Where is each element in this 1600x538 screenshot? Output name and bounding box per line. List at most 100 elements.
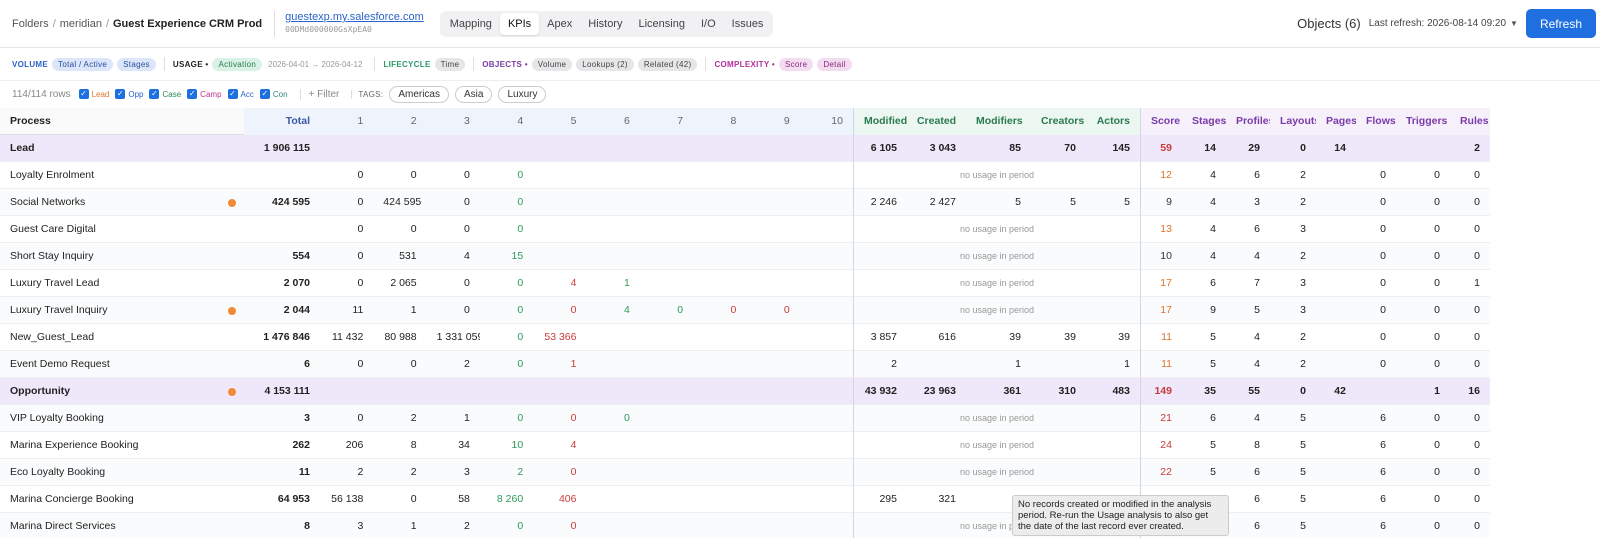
tag-luxury[interactable]: Luxury [498, 85, 547, 103]
process-name[interactable]: Marina Direct Services [0, 513, 244, 538]
object-checkbox-acc[interactable]: ✓ Acc [227, 89, 254, 99]
table-row[interactable]: Marina Direct Services 8 3 1 2 0 0 no usage in … [0, 513, 1490, 538]
no-usage-note[interactable]: no usage in period [852, 270, 1140, 297]
column-header-stage[interactable]: 3 [426, 108, 480, 135]
process-name[interactable]: Marina Experience Booking [0, 432, 244, 459]
object-checkbox-opp[interactable]: ✓ Opp [115, 89, 143, 99]
filter-pill-volume[interactable]: Volume [531, 57, 573, 71]
filter-pill-time[interactable]: Time [434, 57, 466, 71]
table-row[interactable]: Short Stay Inquiry 554 0 531 4 15 no usage in … [0, 243, 1490, 270]
stage-value [693, 378, 746, 405]
column-header-created[interactable]: Created [906, 108, 966, 135]
object-checkbox-lead[interactable]: ✓ Lead [78, 89, 109, 99]
filter-pill-detail[interactable]: Detail [817, 57, 852, 71]
process-name[interactable]: Opportunity [0, 378, 244, 405]
process-name[interactable]: Lead [0, 135, 244, 162]
breadcrumb-folders[interactable]: Folders [12, 18, 49, 30]
column-header-stage[interactable]: 6 [586, 108, 640, 135]
tab-mapping[interactable]: Mapping [442, 13, 500, 35]
tab-history[interactable]: History [580, 13, 630, 35]
column-header-profiles[interactable]: Profiles [1225, 108, 1270, 135]
column-header-total[interactable]: Total [244, 108, 320, 135]
stage-value: 8 260 [496, 493, 524, 505]
table-row[interactable]: Luxury Travel Inquiry 2 044 11 1 0 0 0 4 0 0 0 no u… [0, 297, 1490, 324]
tab-licensing[interactable]: Licensing [630, 13, 692, 35]
column-header-creators[interactable]: Creators [1030, 108, 1086, 135]
add-filter-button[interactable]: + Filter [299, 88, 339, 100]
column-header-layouts[interactable]: Layouts [1269, 108, 1316, 135]
process-name[interactable]: Guest Care Digital [0, 216, 244, 243]
column-header-modified[interactable]: Modified [852, 108, 907, 135]
org-id: 00DMd000000GsXpEA0 [285, 25, 372, 34]
no-usage-note[interactable]: no usage in period [852, 243, 1140, 270]
filter-pill-activation[interactable]: Activation [212, 57, 263, 71]
tab-io[interactable]: I/O [693, 13, 724, 35]
table-row[interactable]: Marina Concierge Booking 64 953 56 138 0 58 8… [0, 486, 1490, 513]
column-header-rules[interactable]: Rules [1449, 108, 1490, 135]
table-row[interactable]: Marina Experience Booking 262 206 8 34 10 4 no … [0, 432, 1490, 459]
tag-americas[interactable]: Americas [389, 85, 449, 103]
column-header-stage[interactable]: 9 [746, 108, 800, 135]
breadcrumb-project[interactable]: meridian [60, 18, 102, 30]
column-header-stage[interactable]: 1 [320, 108, 374, 135]
no-usage-note[interactable]: no usage in period [852, 162, 1140, 189]
column-header-stage[interactable]: 8 [693, 108, 747, 135]
column-header-actors[interactable]: Actors [1085, 108, 1140, 135]
table-row[interactable]: Luxury Travel Lead 2 070 0 2 065 0 0 4 1 no usag… [0, 270, 1490, 297]
process-name[interactable]: Marina Concierge Booking [0, 486, 244, 513]
process-name[interactable]: Social Networks [0, 189, 244, 216]
org-url-link[interactable]: guestexp.my.salesforce.com [285, 11, 424, 23]
object-checkbox-camp[interactable]: ✓ Camp [187, 89, 222, 99]
tab-kpis[interactable]: KPIs [499, 12, 540, 35]
complexity-score: 22 [1139, 459, 1182, 486]
table-row[interactable]: VIP Loyalty Booking 3 0 2 1 0 0 0 no usage in pe… [0, 405, 1490, 432]
process-name[interactable]: Eco Loyalty Booking [0, 459, 244, 486]
table-row[interactable]: Loyalty Enrolment 0 0 0 0 no usage in period 1… [0, 162, 1490, 189]
group-row[interactable]: Opportunity 4 153 111 43 932 23 963 361 310 48… [0, 378, 1490, 405]
process-name[interactable]: Luxury Travel Inquiry [0, 297, 244, 324]
object-checkbox-con[interactable]: ✓ Con [259, 89, 288, 99]
column-header-flows[interactable]: Flows [1355, 108, 1396, 135]
column-header-stages[interactable]: Stages [1181, 108, 1226, 135]
table-row[interactable]: New_Guest_Lead 1 476 846 11 432 80 988 1 331… [0, 324, 1490, 351]
column-header-score[interactable]: Score [1139, 108, 1182, 135]
no-usage-note[interactable]: no usage in period [852, 459, 1140, 486]
no-usage-note[interactable]: no usage in period [852, 432, 1140, 459]
filter-pill-total-active[interactable]: Total / Active [52, 57, 114, 71]
tab-apex[interactable]: Apex [539, 13, 580, 35]
process-name[interactable]: Event Demo Request [0, 351, 244, 378]
filter-pill-related-42[interactable]: Related (42) [637, 57, 698, 71]
object-checkbox-case[interactable]: ✓ Case [149, 89, 181, 99]
process-name[interactable]: Luxury Travel Lead [0, 270, 244, 297]
column-header-stage[interactable]: 5 [533, 108, 587, 135]
column-header-stage[interactable]: 10 [799, 108, 853, 135]
column-header-triggers[interactable]: Triggers [1395, 108, 1450, 135]
table-row[interactable]: Eco Loyalty Booking 11 2 2 3 2 0 no usage in pe… [0, 459, 1490, 486]
process-name[interactable]: Loyalty Enrolment [0, 162, 244, 189]
no-usage-note[interactable]: no usage in period [852, 216, 1140, 243]
filter-pill-lookups-2[interactable]: Lookups (2) [576, 57, 634, 71]
usage-date-range[interactable]: 2026-04-01 → 2026-04-12 [268, 60, 362, 69]
table-row[interactable]: Guest Care Digital 0 0 0 0 no usage in period… [0, 216, 1490, 243]
column-header-stage[interactable]: 2 [373, 108, 427, 135]
group-row[interactable]: Lead 1 906 115 6 105 3 043 85 70 145 59 14 29 0 14 2 [0, 135, 1490, 162]
tag-asia[interactable]: Asia [455, 85, 493, 103]
process-name[interactable]: VIP Loyalty Booking [0, 405, 244, 432]
last-refresh-select[interactable]: Last refresh: 2026-08-14 09:20 ▼ [1369, 18, 1518, 29]
process-name[interactable]: New_Guest_Lead [0, 324, 244, 351]
table-row[interactable]: Social Networks 424 595 0 424 595 0 0 2 246 2 4… [0, 189, 1490, 216]
filter-pill-score[interactable]: Score [778, 57, 814, 71]
column-header-process[interactable]: Process [0, 108, 244, 135]
column-header-pages[interactable]: Pages [1315, 108, 1356, 135]
column-header-stage[interactable]: 7 [639, 108, 694, 135]
no-usage-note[interactable]: no usage in period [852, 405, 1140, 432]
table-row[interactable]: Event Demo Request 6 0 0 2 0 1 2 1 1 11 5 4 2 0 0 0 [0, 351, 1490, 378]
column-header-modifiers[interactable]: Modifiers [965, 108, 1031, 135]
refresh-button[interactable]: Refresh [1525, 9, 1596, 38]
tab-issues[interactable]: Issues [724, 13, 772, 35]
column-header-stage[interactable]: 4 [479, 108, 534, 135]
complexity-value: 0 [1380, 196, 1386, 208]
process-name[interactable]: Short Stay Inquiry [0, 243, 244, 270]
filter-pill-stages[interactable]: Stages [117, 57, 156, 71]
no-usage-note[interactable]: no usage in period [852, 297, 1140, 324]
